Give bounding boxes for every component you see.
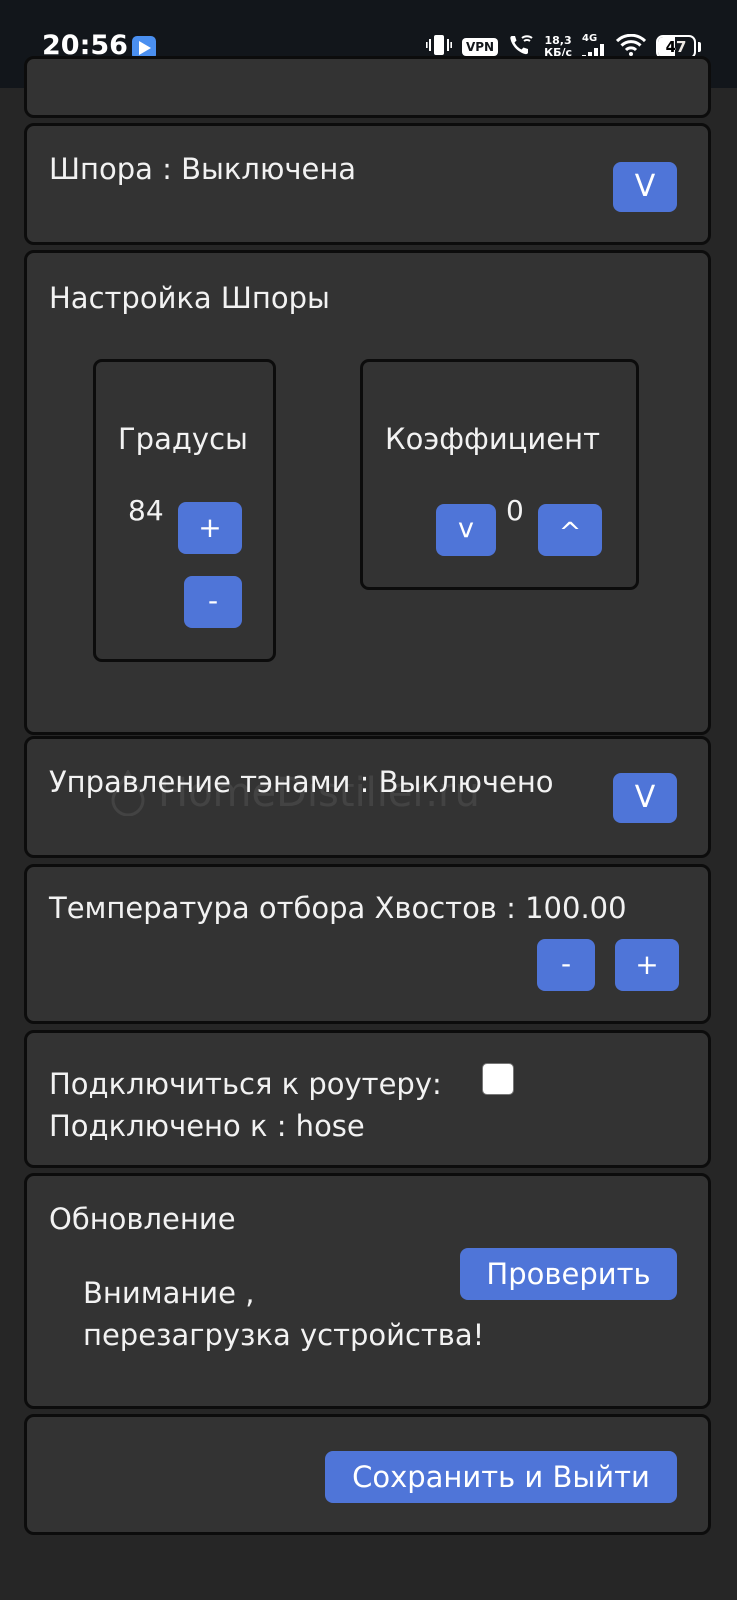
heaters-card: Управление тэнами : Выключено V	[24, 736, 711, 858]
degrees-minus-button[interactable]: -	[184, 576, 242, 628]
router-connect-label: Подключиться к роутеру:	[49, 1067, 442, 1101]
update-check-button[interactable]: Проверить	[460, 1248, 677, 1300]
battery-level: 47	[665, 38, 687, 56]
heaters-status-label: Управление тэнами : Выключено	[49, 765, 554, 799]
coefficient-label: Коэффициент	[385, 422, 600, 456]
coefficient-down-button[interactable]: v	[436, 504, 496, 556]
vpn-badge: VPN	[461, 38, 499, 56]
degrees-label: Градусы	[118, 422, 248, 456]
update-title: Обновление	[49, 1202, 236, 1236]
battery-tip	[698, 42, 701, 52]
save-and-exit-button[interactable]: Сохранить и Выйти	[325, 1451, 677, 1503]
degrees-plus-button[interactable]: +	[178, 502, 242, 554]
heaters-toggle-button[interactable]: V	[613, 773, 677, 823]
update-card: Обновление Проверить Внимание , перезагр…	[24, 1173, 711, 1409]
degrees-box: Градусы 84 + -	[93, 359, 276, 662]
degrees-value: 84	[128, 494, 164, 527]
router-card: Подключиться к роутеру: Подключено к : h…	[24, 1030, 711, 1168]
coefficient-value: 0	[506, 494, 524, 527]
spur-card: Шпора : Выключена V	[24, 123, 711, 245]
spur-status-label: Шпора : Выключена	[49, 152, 357, 186]
footer-card: Сохранить и Выйти	[24, 1414, 711, 1535]
spur-settings-card: Настройка Шпоры Градусы 84 + - Коэффицие…	[24, 250, 711, 735]
tails-temperature-label: Температура отбора Хвостов : 100.00	[49, 891, 627, 925]
spur-settings-title: Настройка Шпоры	[49, 281, 330, 315]
coefficient-box: Коэффициент v 0 ^	[360, 359, 639, 590]
network-type: 4G	[582, 33, 598, 44]
update-warning-line2: перезагрузка устройства!	[83, 1318, 485, 1352]
tails-temperature-card: Температура отбора Хвостов : 100.00 - +	[24, 864, 711, 1024]
spur-toggle-button[interactable]: V	[613, 162, 677, 212]
tails-temperature-plus-button[interactable]: +	[615, 939, 679, 991]
router-connected-label: Подключено к : hose	[49, 1109, 365, 1143]
coefficient-up-button[interactable]: ^	[538, 504, 602, 556]
tails-temperature-minus-button[interactable]: -	[537, 939, 595, 991]
router-connect-checkbox[interactable]	[482, 1063, 514, 1095]
update-warning-line1: Внимание ,	[83, 1276, 255, 1310]
previous-card	[24, 56, 711, 118]
